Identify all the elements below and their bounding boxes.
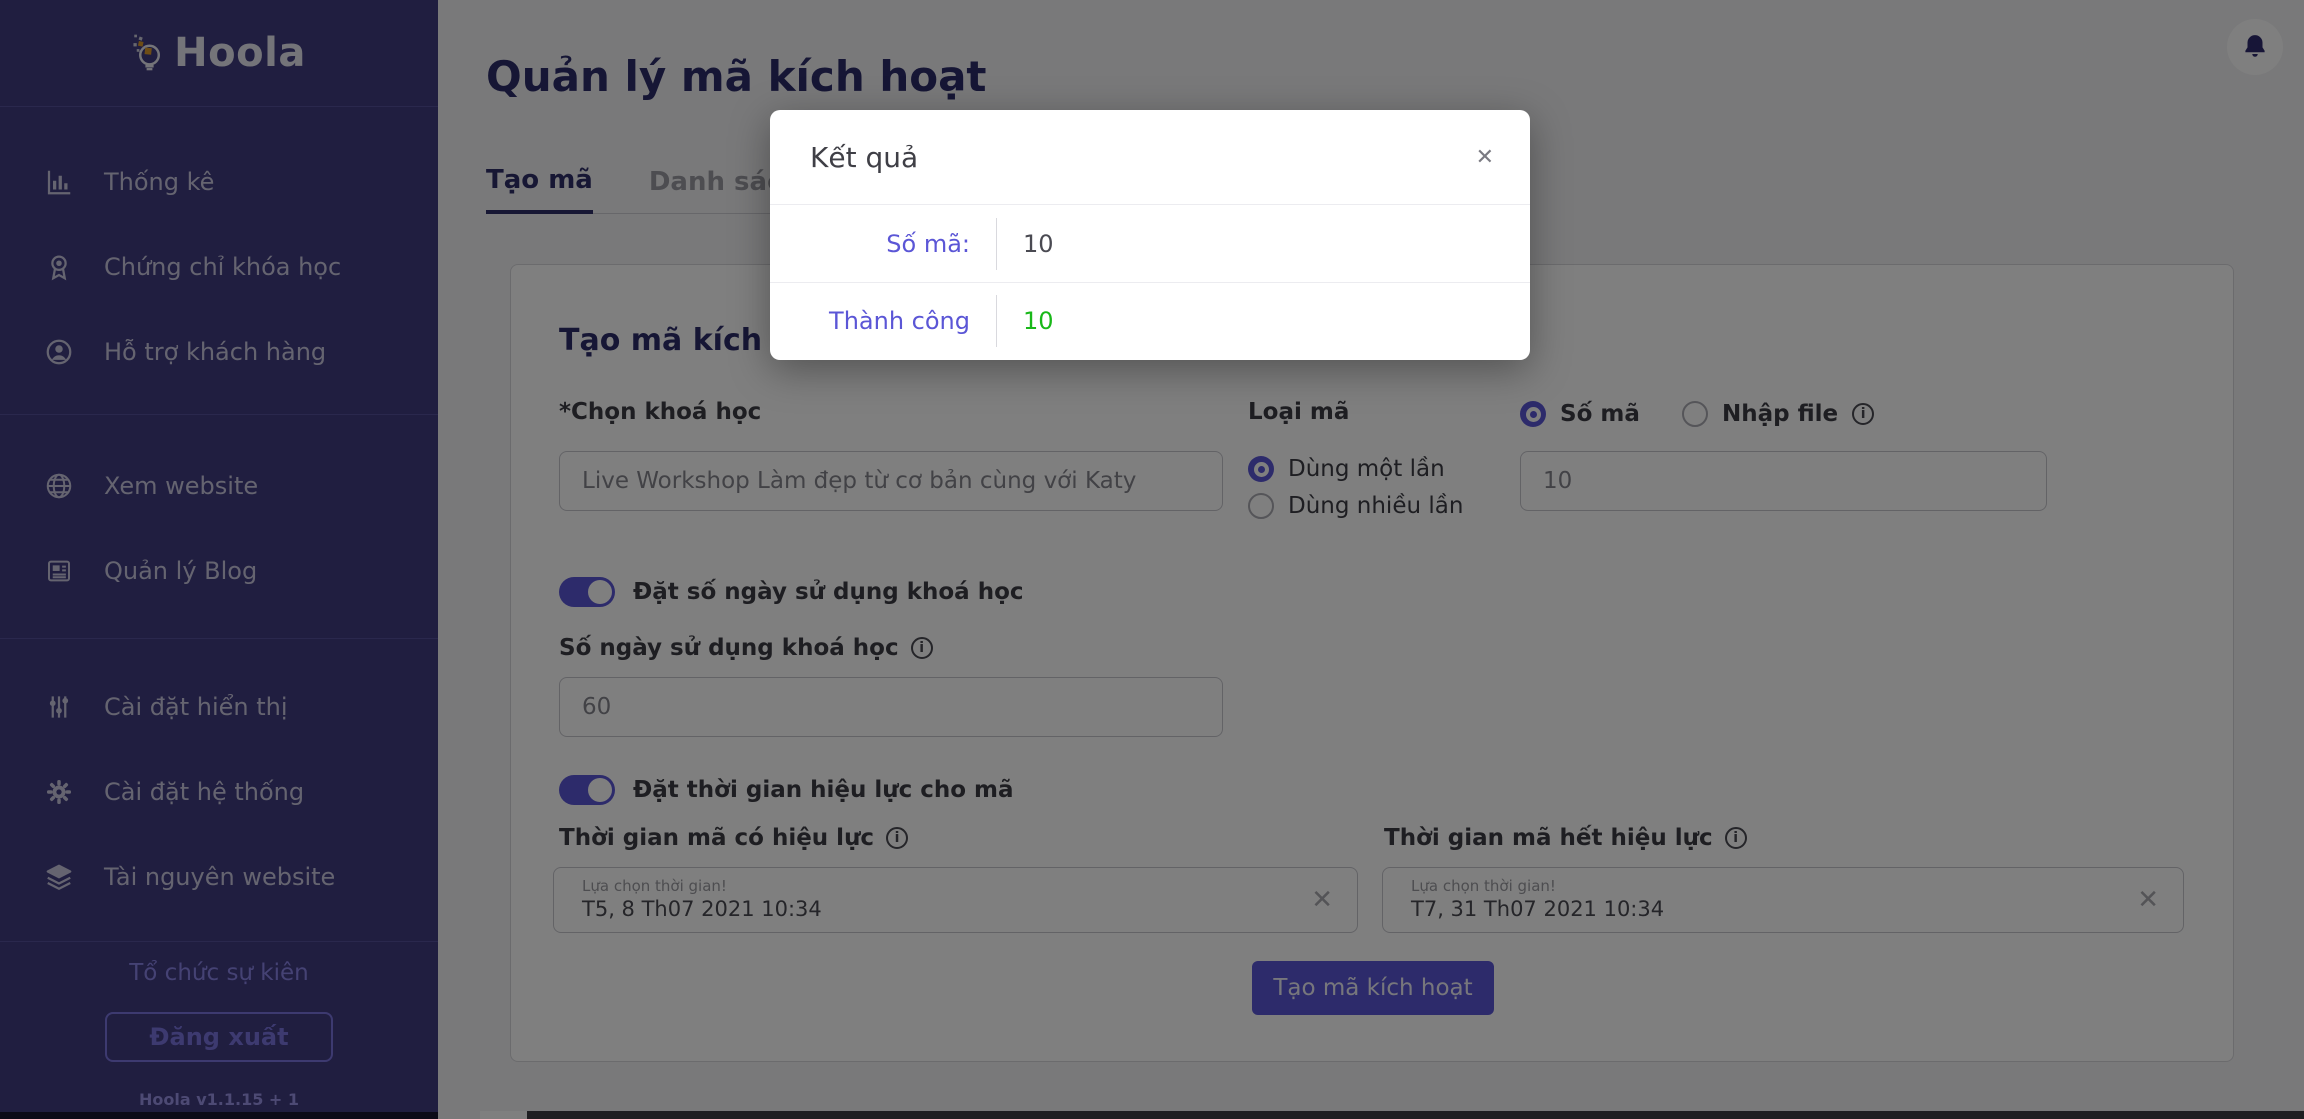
screen: Hoola Thống kê bbox=[0, 0, 2304, 1119]
modal-row-label: Thành công bbox=[770, 307, 970, 335]
vertical-divider bbox=[996, 295, 997, 347]
close-icon[interactable]: ✕ bbox=[1470, 139, 1500, 176]
modal-row-value: 10 bbox=[1023, 307, 1054, 335]
vertical-divider bbox=[996, 218, 997, 270]
modal-row-so-ma: Số mã: 10 bbox=[770, 205, 1530, 282]
result-modal: Kết quả ✕ Số mã: 10 Thành công 10 bbox=[770, 110, 1530, 360]
modal-row-label: Số mã: bbox=[770, 230, 970, 258]
modal-row-thanh-cong: Thành công 10 bbox=[770, 282, 1530, 359]
modal-title: Kết quả bbox=[810, 141, 1470, 174]
modal-header: Kết quả ✕ bbox=[770, 110, 1530, 205]
modal-row-value: 10 bbox=[1023, 230, 1054, 258]
